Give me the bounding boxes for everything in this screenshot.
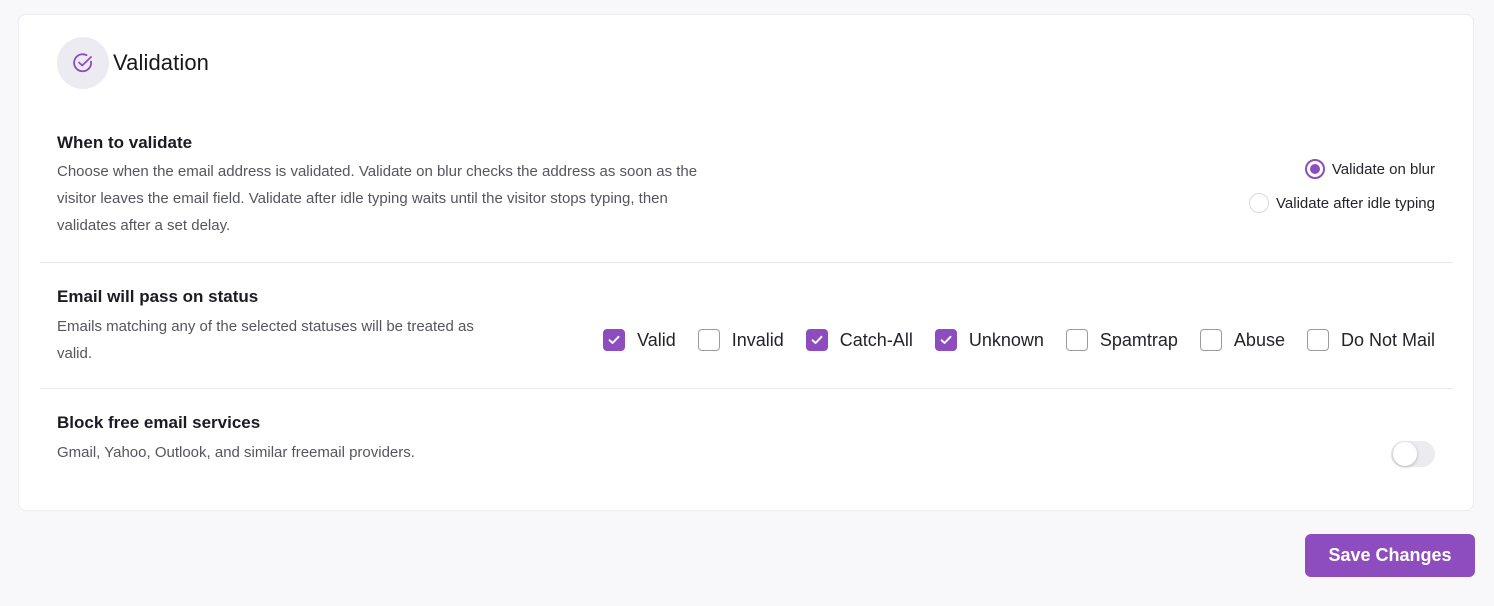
checkbox[interactable] <box>1199 329 1222 351</box>
description-line: Choose when the email address is validat… <box>57 163 698 180</box>
description-line: visitor leaves the email field. Validate… <box>57 190 668 207</box>
check-circle-icon <box>57 37 109 89</box>
when-to-validate-title: When to validate <box>57 133 193 152</box>
section-divider <box>40 388 1453 389</box>
checkbox[interactable] <box>934 329 957 351</box>
checkbox-label: Unknown <box>968 329 1044 350</box>
checkbox-catch-all[interactable]: Catch-All <box>805 329 913 351</box>
checkbox-unknown[interactable]: Unknown <box>934 329 1044 351</box>
checkmark-icon <box>811 335 823 344</box>
block-free-section: Block free email services Gmail, Yahoo, … <box>40 403 1453 503</box>
radio-validate-on-blur[interactable]: Validate on blur <box>1249 152 1435 186</box>
checkbox-do-not-mail[interactable]: Do Not Mail <box>1306 329 1435 351</box>
validation-card: Validation When to validate Choose when … <box>18 14 1474 511</box>
radio-button[interactable] <box>1304 159 1325 179</box>
description-line: valid. <box>57 345 93 362</box>
radio-button[interactable] <box>1249 193 1269 213</box>
checkbox[interactable] <box>805 329 828 351</box>
status-checkbox-group: Valid Invalid Catch-All Unknown Spamtrap… <box>603 329 1435 351</box>
toggle-knob <box>1393 442 1417 466</box>
checkbox-label: Invalid <box>731 329 784 350</box>
radio-validate-after-idle-typing[interactable]: Validate after idle typing <box>1249 186 1435 220</box>
checkbox-spamtrap[interactable]: Spamtrap <box>1065 329 1178 351</box>
radio-label: Validate on blur <box>1331 160 1435 178</box>
pass-status-section: Email will pass on status Emails matchin… <box>40 277 1453 389</box>
validation-timing-radio-group: Validate on blur Validate after idle typ… <box>1249 152 1435 220</box>
checkbox-label: Catch-All <box>839 329 913 350</box>
checkbox[interactable] <box>697 329 720 351</box>
card-title: Validation <box>113 50 209 75</box>
checkbox-label: Abuse <box>1233 329 1285 350</box>
radio-label: Validate after idle typing <box>1276 194 1435 212</box>
checkbox[interactable] <box>1306 329 1329 351</box>
pass-status-description: Emails matching any of the selected stat… <box>57 313 474 367</box>
checkbox-label: Do Not Mail <box>1340 329 1435 350</box>
checkbox-valid[interactable]: Valid <box>603 329 676 351</box>
block-free-description: Gmail, Yahoo, Outlook, and similar freem… <box>57 444 415 461</box>
pass-status-title: Email will pass on status <box>57 287 259 306</box>
description-line: validates after a set delay. <box>57 217 231 234</box>
when-to-validate-section: When to validate Choose when the email a… <box>40 125 1453 263</box>
checkbox[interactable] <box>1065 329 1088 351</box>
card-header: Validation <box>57 37 209 89</box>
checkmark-icon <box>608 335 620 344</box>
block-free-toggle[interactable] <box>1391 441 1435 467</box>
description-line: Emails matching any of the selected stat… <box>57 318 474 335</box>
checkbox-invalid[interactable]: Invalid <box>697 329 784 351</box>
checkbox-abuse[interactable]: Abuse <box>1199 329 1285 351</box>
checkbox-label: Spamtrap <box>1099 329 1178 350</box>
checkmark-icon <box>940 335 952 344</box>
section-divider <box>40 262 1453 263</box>
when-to-validate-description: Choose when the email address is validat… <box>57 158 697 239</box>
checkbox[interactable] <box>603 329 626 351</box>
block-free-title: Block free email services <box>57 413 261 432</box>
save-changes-button[interactable]: Save Changes <box>1305 534 1475 577</box>
checkbox-label: Valid <box>637 329 676 350</box>
